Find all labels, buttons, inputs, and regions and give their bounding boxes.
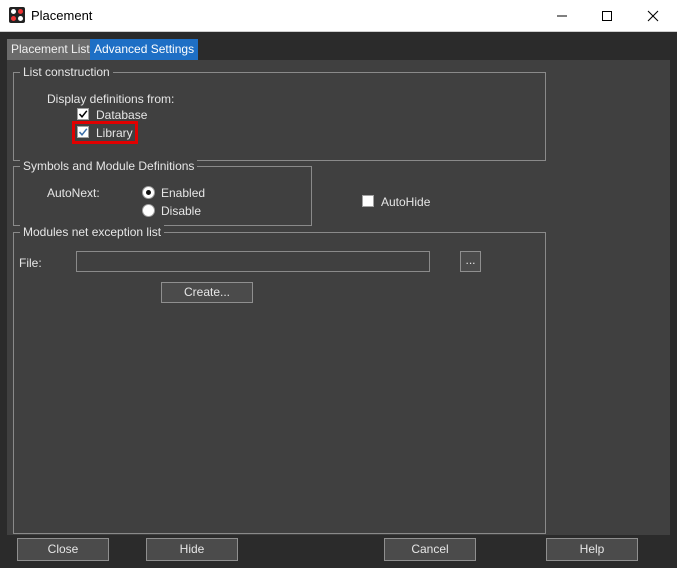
check-icon	[78, 128, 88, 136]
autohide-checkbox[interactable]	[362, 195, 374, 207]
library-checkbox[interactable]	[77, 126, 89, 138]
advanced-settings-panel: List construction Display definitions fr…	[7, 60, 670, 535]
enabled-label: Enabled	[161, 186, 206, 200]
modules-net-title: Modules net exception list	[20, 224, 165, 240]
cancel-button[interactable]: Cancel	[384, 538, 476, 561]
title-bar: Placement	[0, 0, 677, 32]
close-window-button[interactable]	[630, 0, 676, 31]
autohide-label: AutoHide	[381, 195, 431, 209]
minimize-icon	[557, 15, 567, 16]
browse-button[interactable]: ...	[460, 251, 481, 272]
database-checkbox[interactable]	[77, 108, 89, 120]
create-button[interactable]: Create...	[161, 282, 253, 303]
app-icon	[9, 7, 25, 23]
file-input[interactable]	[76, 251, 430, 272]
minimize-button[interactable]	[539, 0, 585, 31]
database-label: Database	[96, 108, 148, 122]
tab-advanced-settings[interactable]: Advanced Settings	[90, 39, 199, 60]
maximize-button[interactable]	[584, 0, 630, 31]
maximize-icon	[602, 10, 612, 21]
library-label: Library	[96, 126, 133, 140]
tab-placement-list[interactable]: Placement List	[7, 39, 94, 60]
modules-net-group: Modules net exception list	[13, 224, 546, 534]
disable-radio[interactable]	[142, 204, 155, 217]
close-button[interactable]: Close	[17, 538, 109, 561]
list-construction-title: List construction	[20, 64, 113, 80]
list-construction-group: List construction	[13, 64, 546, 161]
file-label: File:	[19, 256, 42, 270]
disable-label: Disable	[161, 204, 202, 218]
hide-button[interactable]: Hide	[146, 538, 238, 561]
close-icon	[647, 10, 659, 21]
check-icon	[78, 110, 88, 118]
enabled-radio[interactable]	[142, 186, 155, 199]
help-button[interactable]: Help	[546, 538, 638, 561]
symbols-module-title: Symbols and Module Definitions	[20, 158, 198, 174]
window-title: Placement	[31, 8, 93, 23]
autonext-label: AutoNext:	[47, 186, 100, 200]
display-definitions-label: Display definitions from:	[47, 92, 175, 106]
